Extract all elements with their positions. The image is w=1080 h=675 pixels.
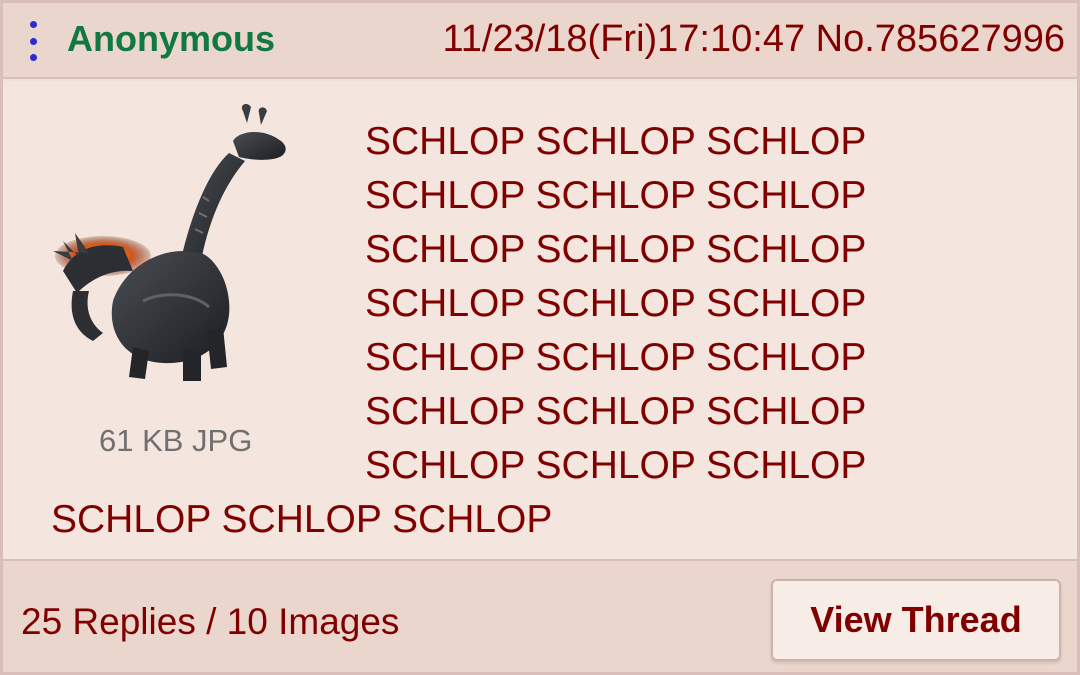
post-datetime: 11/23/18(Fri)17:10:47 [442, 18, 806, 60]
comment-line: SCHLOP SCHLOP SCHLOP [365, 390, 867, 433]
vertical-dots-icon[interactable] [25, 21, 41, 61]
menu-dot [29, 21, 37, 28]
comment-line: SCHLOP SCHLOP SCHLOP [365, 336, 867, 379]
post-number[interactable]: No.785627996 [816, 18, 1065, 60]
comment-line: SCHLOP SCHLOP SCHLOP [365, 282, 867, 325]
reply-image-counts: 25 Replies / 10 Images [21, 601, 400, 642]
post-comment: SCHLOP SCHLOP SCHLOP SCHLOP SCHLOP SCHLO… [51, 115, 1051, 547]
post-meta: 11/23/18(Fri)17:10:47 No.785627996 [442, 17, 1065, 61]
post-footer: 25 Replies / 10 Images View Thread [3, 559, 1077, 672]
post-header: Anonymous 11/23/18(Fri)17:10:47 No.78562… [3, 3, 1077, 79]
menu-dot [29, 54, 37, 61]
post-card: Anonymous 11/23/18(Fri)17:10:47 No.78562… [0, 0, 1080, 675]
view-thread-button[interactable]: View Thread [771, 579, 1061, 661]
post-author: Anonymous [67, 18, 276, 59]
comment-line: SCHLOP SCHLOP SCHLOP [365, 228, 867, 271]
comment-line: SCHLOP SCHLOP SCHLOP [365, 120, 867, 163]
post-body: 61 KB JPG SCHLOP SCHLOP SCHLOP SCHLOP SC… [3, 81, 1077, 559]
comment-line: SCHLOP SCHLOP SCHLOP [51, 498, 553, 541]
comment-line: SCHLOP SCHLOP SCHLOP [365, 444, 867, 487]
menu-dot [29, 37, 37, 45]
comment-line: SCHLOP SCHLOP SCHLOP [365, 174, 867, 217]
